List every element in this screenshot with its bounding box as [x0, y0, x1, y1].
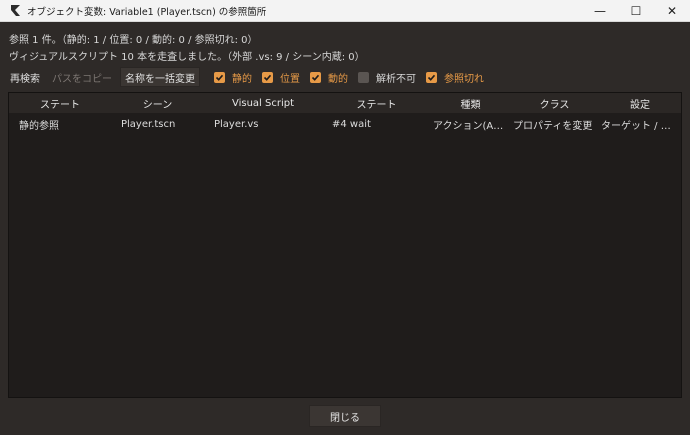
close-window-button[interactable]: ✕ — [654, 0, 690, 22]
cell-setting: ターゲット / … — [601, 120, 671, 132]
table-header: ステート シーン Visual Script ステート 種類 クラス 設定 — [9, 93, 681, 113]
filter-static-label: 静的 — [232, 73, 252, 85]
checkmark-icon — [310, 71, 321, 83]
minimize-button[interactable]: — — [582, 0, 618, 22]
cell-scene: Player.tscn — [121, 118, 176, 130]
filter-unparsable-label: 解析不可 — [376, 73, 416, 85]
cell-state: 静的参照 — [19, 120, 59, 132]
filter-dynamic-label: 動的 — [328, 73, 348, 85]
summary-line-scan: ヴィジュアルスクリプト 10 本を走査しました。（外部 .vs: 9 / シーン… — [9, 52, 365, 63]
summary-line-references: 参照 1 件。（静的: 1 / 位置: 0 / 動的: 0 / 参照切れ: 0） — [9, 35, 258, 46]
title-bar: オブジェクト変数: Variable1 (Player.tscn) の参照箇所 … — [0, 0, 690, 22]
filter-unparsable-checkbox[interactable]: 解析不可 — [358, 70, 416, 85]
checkbox-empty-icon — [358, 71, 369, 83]
app-icon — [7, 3, 23, 19]
column-header-setting[interactable]: 設定 — [599, 93, 681, 113]
rescan-button[interactable]: 再検索 — [6, 67, 44, 87]
filter-static-checkbox[interactable]: 静的 — [214, 70, 252, 85]
cell-visual-script: Player.vs — [214, 118, 259, 130]
cell-kind: アクション(A… — [433, 120, 504, 132]
rename-all-button[interactable]: 名称を一括変更 — [120, 67, 200, 87]
filter-broken-checkbox[interactable]: 参照切れ — [426, 70, 484, 85]
column-header-class[interactable]: クラス — [510, 93, 599, 113]
results-table: ステート シーン Visual Script ステート 種類 クラス 設定 静的… — [8, 92, 682, 398]
checkmark-icon — [214, 71, 225, 83]
checkmark-icon — [426, 71, 437, 83]
filter-broken-label: 参照切れ — [444, 73, 484, 85]
filter-dynamic-checkbox[interactable]: 動的 — [310, 70, 348, 85]
column-header-state[interactable]: ステート — [9, 93, 111, 113]
copy-path-button[interactable]: パスをコピー — [48, 67, 116, 87]
column-header-visual-script[interactable]: Visual Script — [204, 93, 322, 113]
checkmark-icon — [262, 71, 273, 83]
close-button[interactable]: 閉じる — [309, 405, 381, 427]
cell-state-2: #4 wait — [332, 118, 371, 130]
window-title: オブジェクト変数: Variable1 (Player.tscn) の参照箇所 — [27, 6, 267, 18]
column-header-kind[interactable]: 種類 — [431, 93, 510, 113]
maximize-button[interactable]: ☐ — [618, 0, 654, 22]
filter-position-checkbox[interactable]: 位置 — [262, 70, 300, 85]
cell-class: プロパティを変更 — [513, 120, 593, 132]
toolbar: 再検索 パスをコピー 名称を一括変更 静的 位置 動的 解析不可 参照切れ — [6, 67, 484, 87]
column-header-state-2[interactable]: ステート — [322, 93, 431, 113]
table-row[interactable]: 静的参照 Player.tscn Player.vs #4 wait アクション… — [9, 114, 681, 134]
filter-position-label: 位置 — [280, 73, 300, 85]
column-header-scene[interactable]: シーン — [111, 93, 204, 113]
